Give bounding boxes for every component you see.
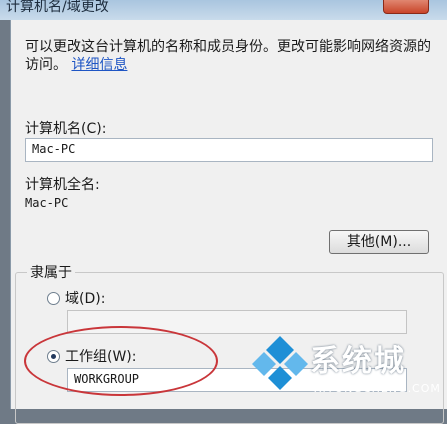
member-of-label: 隶属于 [27,262,75,282]
title-bar: 计算机名/域更改 [0,0,447,20]
window-title: 计算机名/域更改 [6,0,109,15]
watermark-logo-icon [252,336,308,390]
full-name-value: Mac-PC [25,196,69,210]
full-name-label: 计算机全名: [25,177,100,193]
domain-label: 域(D): [65,291,106,307]
computer-name-field[interactable]: Mac-PC [25,138,433,162]
close-button[interactable] [383,0,429,14]
domain-radio[interactable] [47,292,60,305]
description: 可以更改这台计算机的名称和成员身份。更改可能影响网络资源的访问。 详细信息 [25,38,435,74]
watermark-url: XITONGCHENG.COM [314,382,441,395]
more-button[interactable]: 其他(M)... [329,230,429,254]
highlight-ellipse [24,326,218,396]
watermark-text: 系统城 [310,344,406,379]
watermark: 系统城 XITONGCHENG.COM [252,330,447,409]
details-link[interactable]: 详细信息 [71,57,127,73]
computer-name-label: 计算机名(C): [25,121,107,137]
